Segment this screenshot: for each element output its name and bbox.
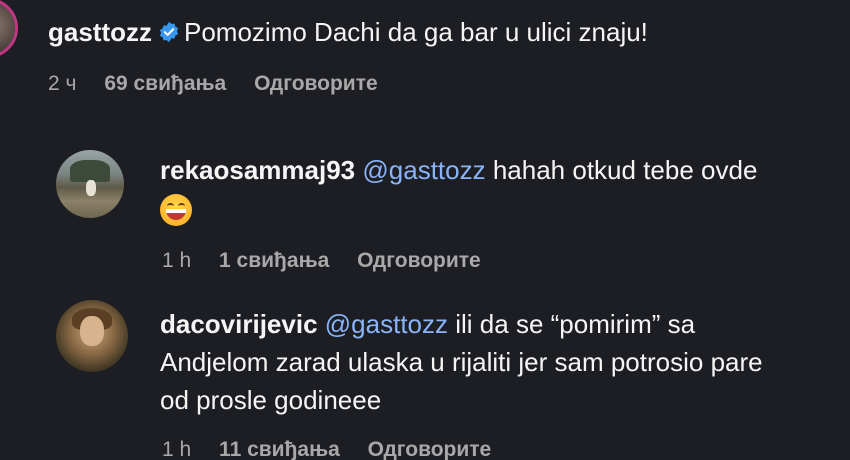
reply-2-text-2: Andjelom zarad ulaska u rijaliti jer sam…	[160, 347, 763, 377]
comment-time: 1 h	[162, 249, 192, 272]
username-dacovirijevic[interactable]: dacovirijevic	[160, 309, 318, 339]
likes-count[interactable]: 1 свиђања	[219, 249, 329, 272]
avatar-photo-face	[80, 316, 104, 346]
avatar-gasttozz[interactable]	[0, 0, 18, 58]
root-comment-line: gasttozz Pomozimo Dachi da ga bar u ulici…	[48, 14, 648, 52]
grinning-face-emoji-icon	[160, 194, 192, 226]
reply-2-line-3: od prosle godineee	[160, 382, 381, 418]
comment-time: 2 ч	[48, 72, 77, 95]
mention-link[interactable]: @gasttozz	[362, 155, 485, 185]
reply-2-text-1: ili da se “pomirim” sa	[455, 309, 696, 339]
reply-2-meta: 1 h 11 свиђања Одговорите	[162, 436, 513, 460]
reply-2-line-2: Andjelom zarad ulaska u rijaliti jer sam…	[160, 344, 763, 380]
reply-button[interactable]: Одговорите	[254, 72, 378, 95]
reply-1-line-1: rekaosammaj93 @gasttozz hahah otkud tebe…	[160, 152, 757, 188]
avatar-rekaosammaj93[interactable]	[56, 150, 124, 218]
likes-count[interactable]: 69 свиђања	[104, 72, 226, 95]
avatar-dacovirijevic[interactable]	[56, 300, 128, 372]
reply-2-line-1: dacovirijevic @gasttozz ili da se “pomir…	[160, 306, 695, 342]
comment-time: 1 h	[162, 438, 192, 460]
reply-1-text: hahah otkud tebe ovde	[492, 155, 758, 185]
reply-1-meta: 1 h 1 свиђања Одговорите	[162, 247, 503, 275]
username-gasttozz[interactable]: gasttozz	[48, 17, 152, 47]
reply-button[interactable]: Одговорите	[368, 438, 492, 460]
reply-2-text-3: od prosle godineee	[160, 385, 382, 415]
verified-badge-icon	[158, 16, 180, 52]
root-comment-meta: 2 ч 69 свиђања Одговорите	[48, 70, 400, 98]
avatar-photo-tree	[70, 160, 110, 182]
root-comment-text: Pomozimo Dachi da ga bar u ulici znaju!	[184, 17, 648, 47]
reply-button[interactable]: Одговорите	[357, 249, 481, 272]
username-rekaosammaj93[interactable]: rekaosammaj93	[160, 155, 355, 185]
comments-panel: gasttozz Pomozimo Dachi da ga bar u ulici…	[0, 0, 850, 460]
likes-count[interactable]: 11 свиђања	[219, 438, 340, 460]
mention-link[interactable]: @gasttozz	[325, 309, 448, 339]
avatar-photo-person	[86, 180, 96, 196]
